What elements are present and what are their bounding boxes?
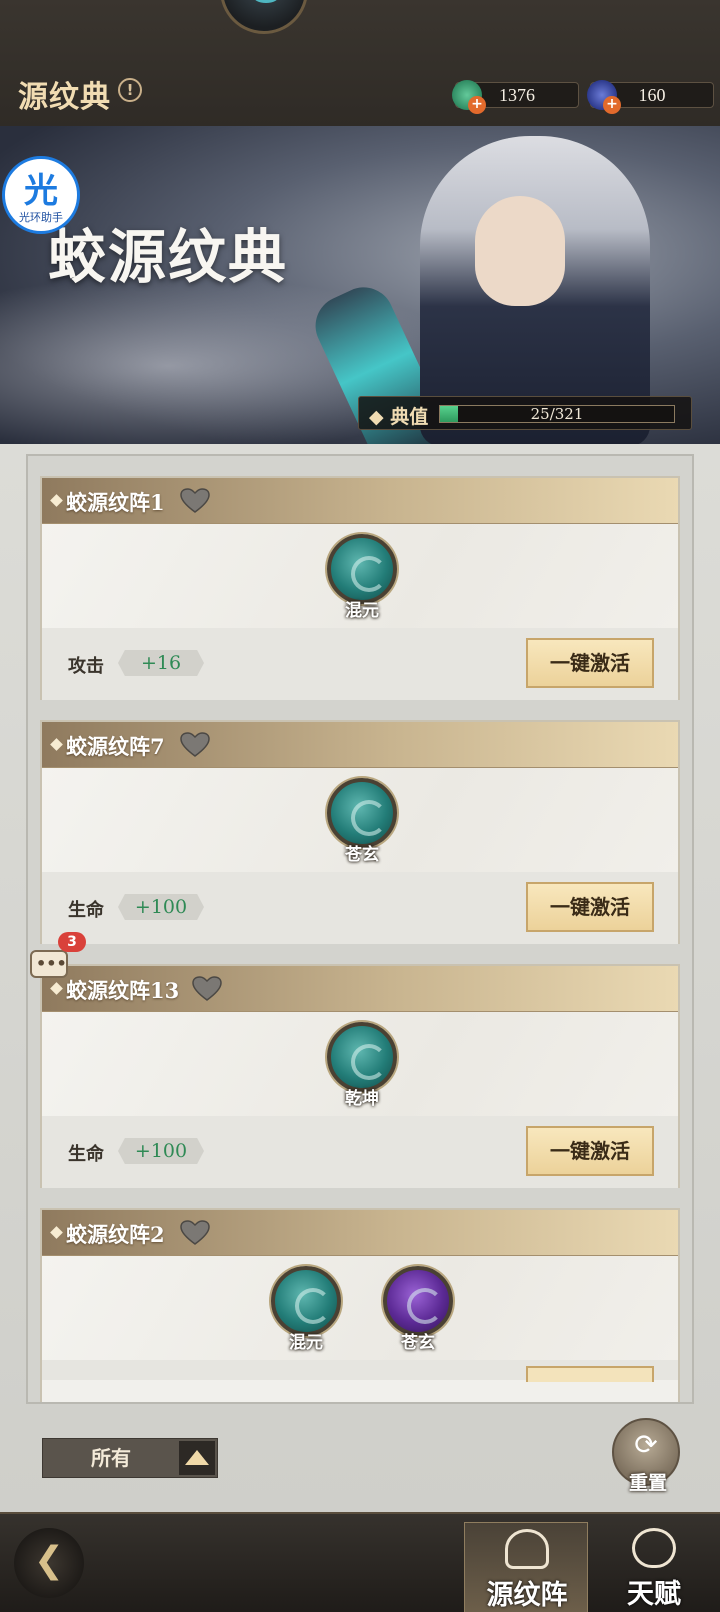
heart-favorite-icon[interactable] [192, 976, 222, 1002]
card-header: 蛟源纹阵2 [42, 1210, 678, 1256]
activate-all-button[interactable]: 一键激活 [526, 882, 654, 932]
banner-logo: 蛟源纹典 [48, 223, 289, 291]
helper-badge-glyph: 光 [24, 171, 58, 211]
stat-label: 生命 [68, 900, 104, 921]
rune-label: 苍玄 [401, 1333, 435, 1353]
rune-emblem-icon [327, 1022, 397, 1092]
back-arrow-icon: ❮ [33, 1540, 65, 1581]
card-footer: 生命 +100 一键激活 [42, 1116, 678, 1188]
card-footer: 生命 +100 一键激活 [42, 872, 678, 944]
card-title: 蛟源纹阵2 [66, 1222, 165, 1247]
rune-array-emblem-icon [505, 1529, 549, 1569]
stat-value: +100 [118, 894, 204, 920]
array-list-scroll[interactable]: 蛟源纹阵1 混元 攻击 +16 一键激活 蛟源纹阵7 苍玄 生命 +100 一键… [26, 454, 694, 1404]
diamond-icon [50, 494, 63, 507]
stat-value: +100 [118, 1138, 204, 1164]
card-header: 蛟源纹阵1 [42, 478, 678, 524]
diamond-icon [50, 982, 63, 995]
filter-dropdown[interactable]: 所有 [42, 1438, 218, 1478]
rune-label: 混元 [289, 1333, 323, 1353]
reset-label: 重置 [628, 1472, 667, 1494]
stat-label: 生命 [68, 1144, 104, 1165]
card-title: 蛟源纹阵13 [66, 978, 180, 1003]
array-list-panel: 蛟源纹阵1 混元 攻击 +16 一键激活 蛟源纹阵7 苍玄 生命 +100 一键… [0, 444, 720, 1512]
info-icon[interactable]: ! [118, 78, 142, 102]
rune-token[interactable]: 苍玄 [380, 1266, 456, 1353]
card-body: 乾坤 [42, 1012, 678, 1116]
rune-token[interactable]: 混元 [324, 534, 400, 621]
rune-label: 乾坤 [345, 1089, 379, 1109]
array-card: 蛟源纹阵7 苍玄 生命 +100 一键激活 [40, 720, 680, 944]
rune-token[interactable]: 苍玄 [324, 778, 400, 865]
progress-label: ◆ 典值 [369, 406, 429, 428]
stat-label: 攻击 [68, 656, 104, 677]
heart-favorite-icon[interactable] [180, 1220, 210, 1246]
activate-all-button[interactable] [526, 1366, 654, 1382]
talent-flame-emblem-icon [632, 1528, 676, 1568]
refresh-icon: ⟳ [634, 1428, 658, 1461]
rune-emblem-icon [383, 1266, 453, 1336]
diamond-icon [50, 738, 63, 751]
triangle-up-icon[interactable] [179, 1441, 215, 1475]
tab-label: 天赋 [627, 1579, 681, 1610]
card-body: 苍玄 [42, 768, 678, 872]
helper-badge-label: 光环助手 [19, 211, 63, 224]
rune-emblem-icon [327, 534, 397, 604]
back-button[interactable]: ❮ [14, 1528, 84, 1598]
array-card: 蛟源纹阵1 混元 攻击 +16 一键激活 [40, 476, 680, 700]
chat-bubble-button[interactable]: ••• [30, 950, 68, 978]
array-card: 蛟源纹阵13 乾坤 生命 +100 一键激活 [40, 964, 680, 1188]
top-header: 源纹典 ! 1376 + 160 + [0, 0, 720, 126]
card-body: 混元 苍玄 [42, 1256, 678, 1360]
heart-favorite-icon[interactable] [180, 732, 210, 758]
diamond-icon [50, 1226, 63, 1239]
stat-value: +16 [118, 650, 204, 676]
array-card: 蛟源纹阵2 混元 苍玄 [40, 1208, 680, 1402]
page-title: 源纹典 [18, 80, 111, 115]
card-footer: 攻击 +16 一键激活 [42, 628, 678, 700]
rune-label: 混元 [345, 601, 379, 621]
chat-dots-icon: ••• [36, 954, 67, 973]
rune-emblem-icon [271, 1266, 341, 1336]
tab-talent[interactable]: 天赋 [592, 1522, 716, 1612]
mascot-orb-icon[interactable] [220, 0, 308, 34]
rune-emblem-icon [327, 778, 397, 848]
card-header: 蛟源纹阵13 [42, 966, 678, 1012]
card-header: 蛟源纹阵7 [42, 722, 678, 768]
codex-progress: ◆ 典值 25/321 [358, 396, 692, 430]
heart-favorite-icon[interactable] [180, 488, 210, 514]
card-body: 混元 [42, 524, 678, 628]
rune-label: 苍玄 [345, 845, 379, 865]
progress-text: 25/321 [530, 405, 584, 423]
card-footer [42, 1360, 678, 1382]
helper-assistant-badge[interactable]: 光 光环助手 [2, 156, 80, 234]
rune-token[interactable]: 混元 [268, 1266, 344, 1353]
tab-rune-array[interactable]: 源纹阵 [464, 1522, 588, 1612]
add-gem-button[interactable]: + [603, 96, 621, 114]
activate-all-button[interactable]: 一键激活 [526, 638, 654, 688]
tab-label: 源纹阵 [486, 1580, 568, 1611]
progress-bar: 25/321 [439, 405, 675, 423]
filter-label: 所有 [91, 1446, 131, 1470]
hero-face-art [475, 196, 565, 306]
card-title: 蛟源纹阵7 [66, 734, 165, 759]
add-jade-button[interactable]: + [468, 96, 486, 114]
chat-unread-badge: 3 [58, 932, 86, 952]
activate-all-button[interactable]: 一键激活 [526, 1126, 654, 1176]
rune-token[interactable]: 乾坤 [324, 1022, 400, 1109]
card-title: 蛟源纹阵1 [66, 490, 165, 515]
bottom-nav: ❮ 源纹阵 天赋 [0, 1512, 720, 1612]
